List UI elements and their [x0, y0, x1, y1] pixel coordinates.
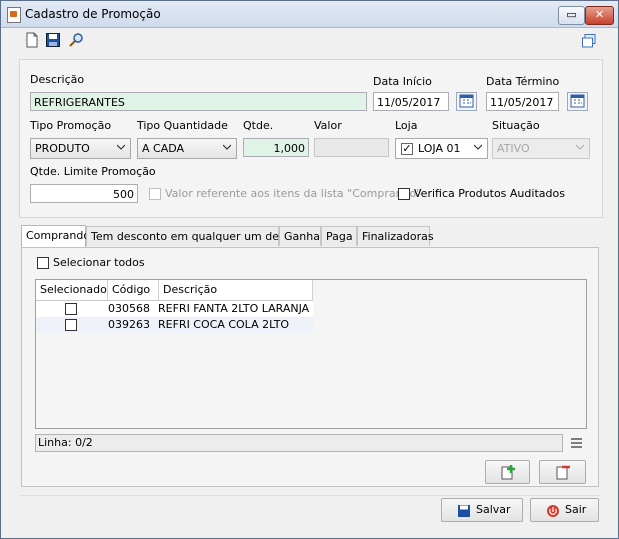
table-row[interactable]: 039263 REFRI COCA COLA 2LTO [36, 317, 313, 333]
loja-checkbox[interactable]: ✓ [401, 143, 413, 155]
tab-paga[interactable]: Paga [321, 226, 357, 246]
valor-label: Valor [314, 119, 342, 132]
qtde-input[interactable]: 1,000 [243, 138, 309, 157]
loja-label: Loja [395, 119, 418, 132]
row-status-bar: Linha: 0/2 [35, 434, 563, 452]
title-bar: Cadastro de Promoção ▭ ✕ [1, 1, 618, 28]
tipo-quantidade-value: A CADA [142, 142, 185, 155]
data-inicio-label: Data Início [373, 75, 432, 88]
loja-select[interactable]: ✓ LOJA 01 [395, 138, 488, 159]
close-button[interactable]: ✕ [585, 6, 614, 25]
tab-finalizadoras[interactable]: Finalizadoras [357, 226, 434, 246]
tipo-quantidade-label: Tipo Quantidade [137, 119, 228, 132]
data-inicio-calendar-button[interactable] [456, 92, 477, 111]
descricao-input[interactable]: REFRIGERANTES [30, 92, 367, 111]
row-descricao: REFRI FANTA 2LTO LARANJA [158, 302, 310, 315]
row-codigo: 039263 [108, 318, 150, 331]
remove-row-icon [556, 465, 570, 480]
valor-referente-checkbox[interactable] [149, 188, 161, 200]
situacao-label: Situação [492, 119, 540, 132]
exit-button[interactable]: Sair [530, 498, 599, 522]
table-row[interactable]: 030568 REFRI FANTA 2LTO LARANJA [36, 301, 313, 317]
data-termino-input[interactable]: 11/05/2017 [486, 92, 559, 111]
save-button[interactable]: Salvar [441, 498, 523, 522]
qtde-label: Qtde. [243, 119, 274, 132]
row-descricao: REFRI COCA COLA 2LTO [158, 318, 290, 331]
add-item-button[interactable] [485, 460, 530, 484]
verifica-produtos-checkbox[interactable] [398, 188, 410, 200]
tab-tem-desconto[interactable]: Tem desconto em qualquer um desses [86, 226, 303, 246]
menu-lines-icon[interactable] [571, 438, 582, 448]
row-select-checkbox[interactable] [65, 319, 77, 331]
valor-referente-label: Valor referente aos itens da lista "Comp… [165, 187, 422, 200]
loja-value: LOJA 01 [418, 142, 461, 155]
qtde-limite-label: Qtde. Limite Promoção [30, 165, 156, 178]
tab-comprando[interactable]: Comprando [21, 225, 90, 248]
row-select-checkbox[interactable] [65, 303, 77, 315]
chevron-down-icon [117, 144, 125, 150]
exit-label: Sair [565, 503, 587, 516]
tipo-promocao-select[interactable]: PRODUTO [30, 138, 131, 159]
descricao-label: Descrição [30, 73, 85, 86]
data-termino-label: Data Término [486, 75, 560, 88]
verifica-produtos-label: Verifica Produtos Auditados [414, 187, 565, 200]
data-inicio-input[interactable]: 11/05/2017 [373, 92, 449, 111]
column-header-selecionado[interactable]: Selecionado [36, 280, 108, 301]
tab-ganha[interactable]: Ganha [279, 226, 321, 246]
chevron-down-icon [223, 144, 231, 150]
chevron-down-icon [474, 144, 482, 150]
calendar-icon [459, 94, 474, 108]
window-title: Cadastro de Promoção [25, 7, 161, 21]
java-app-icon [7, 7, 21, 23]
qtde-limite-input[interactable]: 500 [30, 184, 138, 203]
save-label: Salvar [476, 503, 511, 516]
tipo-promocao-value: PRODUTO [35, 142, 90, 155]
tipo-promocao-label: Tipo Promoção [30, 119, 112, 132]
select-all-checkbox[interactable] [37, 257, 49, 269]
promotion-window: Cadastro de Promoção ▭ ✕ Descrição REFRI… [0, 0, 619, 539]
column-header-descricao[interactable]: Descrição [159, 280, 313, 301]
search-edit-icon[interactable] [68, 32, 84, 48]
new-document-icon[interactable] [24, 32, 40, 48]
row-codigo: 030568 [108, 302, 150, 315]
tipo-quantidade-select[interactable]: A CADA [137, 138, 237, 159]
save-disk-icon[interactable] [45, 32, 61, 48]
products-table: Selecionado Código Descrição 030568 REFR… [35, 279, 587, 429]
situacao-select[interactable]: ATIVO [492, 138, 590, 159]
situacao-value: ATIVO [497, 142, 530, 155]
data-termino-calendar-button[interactable] [567, 92, 588, 111]
select-all-label: Selecionar todos [53, 256, 145, 269]
save-disk-icon [458, 505, 470, 517]
calendar-icon [570, 94, 585, 108]
power-exit-icon [547, 505, 559, 517]
chevron-down-icon [576, 144, 584, 150]
restore-button[interactable]: ▭ [558, 6, 585, 25]
valor-input[interactable] [314, 138, 389, 157]
remove-item-button[interactable] [539, 460, 586, 484]
column-header-codigo[interactable]: Código [108, 280, 159, 301]
add-row-icon [501, 465, 515, 480]
copy-window-icon[interactable] [581, 33, 597, 49]
